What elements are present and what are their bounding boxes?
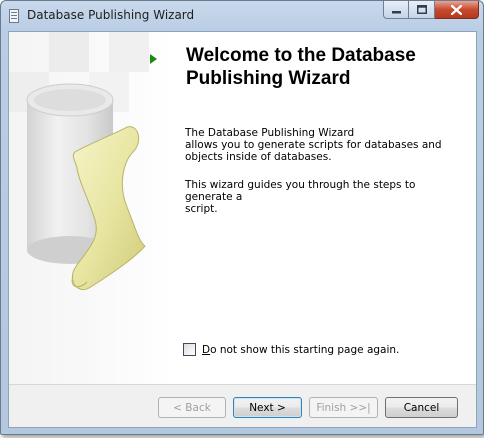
page-title: Welcome to the Database Publishing Wizar…: [186, 45, 416, 89]
dont-show-again-accel: D: [202, 343, 211, 356]
database-scroll-illustration: [9, 32, 149, 290]
caption-buttons: [383, 1, 479, 19]
dont-show-again-checkbox[interactable]: [183, 343, 196, 356]
maximize-icon: [416, 5, 427, 14]
dont-show-again-row[interactable]: Do not show this starting page again.: [183, 343, 399, 356]
close-icon: [451, 4, 462, 15]
title-bar[interactable]: Database Publishing Wizard: [1, 1, 483, 31]
next-button[interactable]: Next >: [233, 397, 302, 418]
heading-arrow-icon: [150, 54, 157, 64]
intro-paragraph: The Database Publishing Wizard allows yo…: [185, 127, 442, 163]
cancel-button[interactable]: Cancel: [385, 397, 458, 418]
dont-show-again-label[interactable]: Do not show this starting page again.: [202, 344, 399, 356]
wizard-window: Database Publishing Wizard Welcome to th…: [0, 0, 484, 435]
minimize-button[interactable]: [383, 1, 409, 19]
maximize-button[interactable]: [409, 1, 435, 19]
minimize-icon: [391, 10, 401, 13]
back-button[interactable]: < Back: [158, 397, 226, 418]
guide-paragraph: This wizard guides you through the steps…: [185, 179, 416, 215]
finish-button[interactable]: Finish >>|: [309, 397, 378, 418]
window-title: Database Publishing Wizard: [27, 8, 195, 22]
close-button[interactable]: [435, 1, 479, 19]
wizard-banner-art: [9, 32, 174, 385]
dont-show-again-text: o not show this starting page again.: [210, 343, 400, 356]
wizard-client-area: Welcome to the Database Publishing Wizar…: [8, 31, 477, 428]
database-app-icon: [9, 9, 19, 23]
